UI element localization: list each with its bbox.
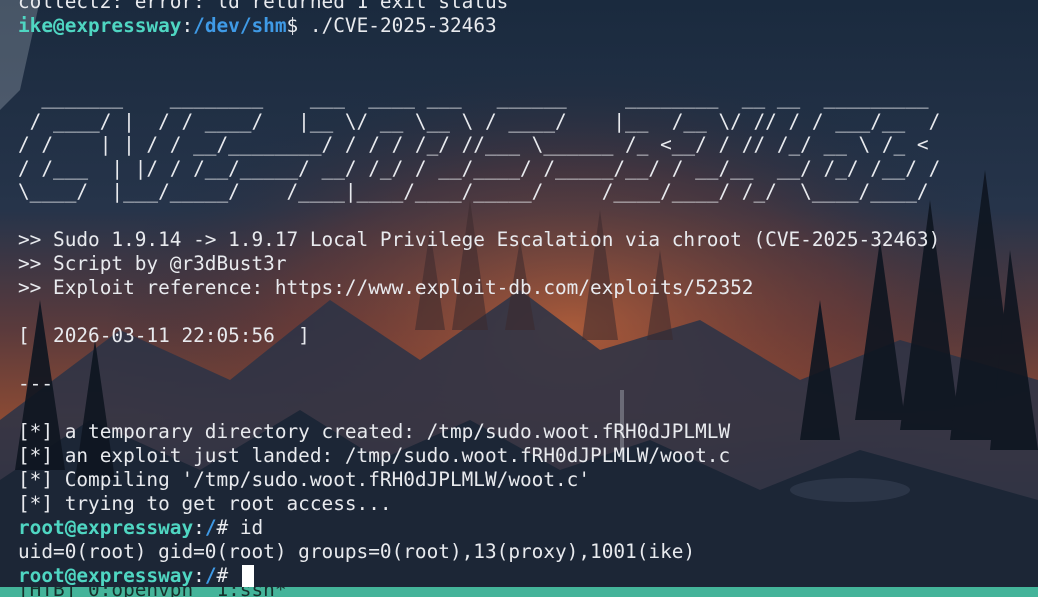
prompt-user: root@expressway <box>18 563 194 587</box>
prompt-symbol: $ <box>286 14 299 37</box>
prompt-separator: : <box>193 515 205 539</box>
step-line: [*] an exploit just landed: /tmp/sudo.wo… <box>18 443 731 467</box>
command-line-3[interactable]: root@expressway:/# <box>18 564 1030 588</box>
timestamp-line: [ 2026-03-11 22:05:56 ] <box>18 323 310 347</box>
tmux-status-text: [HTB] 0:openvpn 1:ssh* <box>18 587 287 597</box>
previous-output-line: collect2: error: ld returned 1 exit stat… <box>18 0 509 13</box>
step-line: [*] a temporary directory created: /tmp/… <box>18 419 731 443</box>
prompt-symbol: # <box>216 563 229 587</box>
prompt-path: /dev/shm <box>193 14 287 37</box>
prompt-user: ike@expressway <box>18 14 182 37</box>
terminal-window[interactable]: collect2: error: ld returned 1 exit stat… <box>0 0 1038 597</box>
prompt-path: / <box>204 563 217 587</box>
tmux-status-bar: [HTB] 0:openvpn 1:ssh* <box>0 587 1038 597</box>
command-input[interactable] <box>228 564 240 587</box>
prompt-user: root@expressway <box>18 515 194 539</box>
prompt-separator: : <box>181 14 194 37</box>
command-line-1: ike@expressway:/dev/shm$ ./CVE-2025-3246… <box>18 14 1030 38</box>
info-line: >> Exploit reference: https://www.exploi… <box>18 275 754 299</box>
step-line: [*] trying to get root access... <box>18 491 392 515</box>
ascii-art-line: / /___ | |/ / /__/_____/ __/ /_/ / __/__… <box>18 156 941 180</box>
command-text: ./CVE-2025-32463 <box>298 14 497 37</box>
ascii-art-line: / ____/ | / / ____/ |__ \/ __ \__ \ / __… <box>18 109 941 133</box>
info-line: >> Sudo 1.9.14 -> 1.9.17 Local Privilege… <box>18 227 941 251</box>
ascii-art-line: \____/ |___/_____/ /____|____/____/_____… <box>18 180 929 203</box>
info-line: >> Script by @r3dBust3r <box>18 251 287 275</box>
prompt-symbol: # <box>216 515 229 539</box>
terminal-output[interactable]: collect2: error: ld returned 1 exit stat… <box>18 0 1030 588</box>
command-text: id <box>228 515 264 539</box>
prompt-separator: : <box>193 563 205 587</box>
ascii-art-line: _______ ________ ___ ____ ___ ______ ___… <box>18 86 929 109</box>
ascii-art-line: / / | | / / __/________/ / / / /_/ //___… <box>18 133 929 156</box>
text-cursor <box>241 565 254 587</box>
step-line: [*] Compiling '/tmp/sudo.woot.fRH0dJPLML… <box>18 467 591 491</box>
prompt-path: / <box>204 515 217 539</box>
id-output-line: uid=0(root) gid=0(root) groups=0(root),1… <box>18 539 696 563</box>
command-line-2: root@expressway:/# id <box>18 516 1030 540</box>
separator-line: --- <box>18 371 54 395</box>
